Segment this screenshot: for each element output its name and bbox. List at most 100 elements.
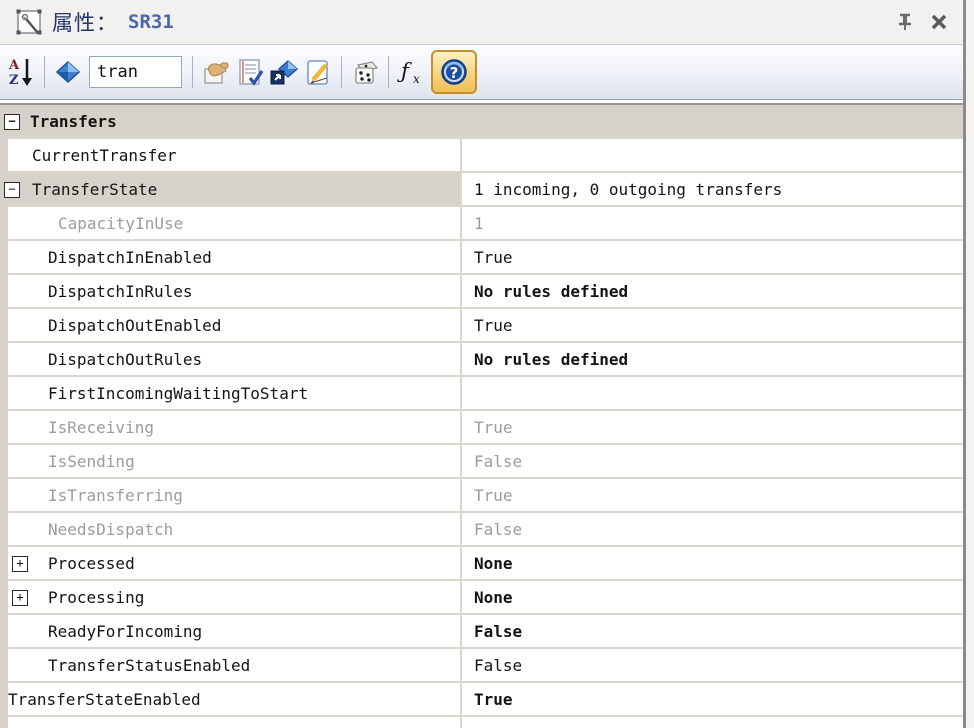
expand-icon[interactable]: +	[12, 556, 28, 572]
property-name-cell[interactable]: Processed	[0, 547, 462, 579]
titlebar: 属性： SR31	[0, 0, 963, 44]
property-name: DispatchOutEnabled	[48, 315, 222, 335]
property-name: ReadyForIncoming	[48, 621, 203, 641]
property-value-cell: True	[474, 485, 513, 505]
property-value-cell[interactable]: 1 incoming, 0 outgoing transfers	[462, 173, 963, 205]
property-value-cell[interactable]: None	[462, 581, 963, 613]
properties-panel: 属性： SR31 A Z tran ƒ x ? − Transfers Curr…	[0, 0, 974, 728]
property-name-cell[interactable]: Processing	[0, 581, 462, 613]
property-name: TransferStatusEnabled	[48, 655, 251, 675]
object-name: SR31	[128, 11, 174, 33]
hand-pick-icon[interactable]	[199, 53, 233, 91]
property-name: TransferStateEnabled	[8, 689, 201, 709]
property-row[interactable]: DispatchInRules No rules defined	[0, 275, 963, 309]
help-icon[interactable]: ?	[431, 50, 477, 94]
svg-text:Z: Z	[9, 73, 19, 88]
property-row[interactable]: − TransferState 1 incoming, 0 outgoing tra…	[0, 173, 963, 207]
pin-icon[interactable]	[891, 8, 919, 36]
collapse-icon[interactable]: −	[4, 182, 20, 198]
property-name: NeedsDispatch	[48, 519, 174, 539]
category-row[interactable]: − Transfers	[0, 105, 963, 139]
function-icon[interactable]: ƒ x	[395, 53, 429, 91]
search-input[interactable]	[89, 56, 182, 88]
property-name: CapacityInUse	[58, 213, 184, 233]
property-name-cell[interactable]: NeedsDispatch	[0, 513, 462, 545]
property-grid: − Transfers CurrentTransfer − TransferState 1…	[0, 103, 963, 728]
toolbar-separator	[192, 56, 193, 88]
checklist-icon[interactable]	[233, 53, 267, 91]
property-value-cell: False	[474, 519, 523, 539]
property-name: DispatchInEnabled	[48, 247, 212, 267]
property-row[interactable]: TransferStatusEnabled False	[0, 649, 963, 683]
jump-to-object-icon[interactable]	[267, 53, 301, 91]
property-row[interactable]: NeedsDispatch False	[0, 513, 963, 547]
panel-right-border	[963, 0, 974, 728]
property-name-cell[interactable]: IsReceiving	[0, 411, 462, 443]
property-name-cell[interactable]: ReadyForIncoming	[0, 615, 462, 647]
property-row[interactable]: DispatchInEnabled True	[0, 241, 963, 275]
properties-icon	[14, 7, 44, 37]
property-name-cell[interactable]: DispatchOutEnabled	[0, 309, 462, 341]
property-name-cell[interactable]: FirstIncomingWaitingToStart	[0, 377, 462, 409]
property-name-cell[interactable]: TransferStatusEnabled	[0, 649, 462, 681]
property-name-cell[interactable]: DispatchInRules	[0, 275, 462, 307]
panel-title: 属性：	[52, 12, 118, 35]
property-value-cell[interactable]: True	[462, 683, 963, 715]
property-name: IsSending	[48, 451, 135, 471]
toolbar: A Z tran ƒ x ?	[0, 44, 963, 100]
property-name-cell[interactable]: DispatchInEnabled	[0, 241, 462, 273]
collapse-icon[interactable]: −	[4, 114, 20, 130]
property-value-cell[interactable]: True	[462, 309, 963, 341]
property-name-cell[interactable]: TransferStateEnabled	[0, 683, 462, 715]
dice-icon[interactable]	[348, 53, 382, 91]
property-value-cell	[462, 105, 963, 137]
property-row[interactable]: TransferStateEnabled True	[0, 683, 963, 717]
property-value-cell[interactable]: No rules defined	[462, 275, 963, 307]
filter-diamond-icon[interactable]	[51, 53, 85, 91]
svg-text:A: A	[8, 58, 20, 73]
property-value-cell[interactable]: True	[462, 241, 963, 273]
property-row[interactable]: DispatchOutRules No rules defined	[0, 343, 963, 377]
property-row[interactable]: IsReceiving True	[0, 411, 963, 445]
property-value-cell[interactable]	[462, 139, 963, 171]
toolbar-separator	[341, 56, 342, 88]
property-row[interactable]: IsSending False	[0, 445, 963, 479]
property-value-cell[interactable]	[462, 377, 963, 409]
edit-note-icon[interactable]	[301, 53, 335, 91]
property-name-cell[interactable]: TransferState	[0, 173, 462, 205]
toolbar-separator	[388, 56, 389, 88]
property-name-cell[interactable]: CurrentTransfer	[0, 139, 462, 171]
property-value-cell: 1	[474, 213, 484, 233]
panel-main: 属性： SR31 A Z tran ƒ x ? − Transfers Curr…	[0, 0, 963, 728]
property-row[interactable]: + Processing None	[0, 581, 963, 615]
property-row[interactable]: CurrentTransfer	[0, 139, 963, 173]
property-value-cell[interactable]: False	[462, 649, 963, 681]
property-value-cell[interactable]: None	[462, 547, 963, 579]
property-value-cell: False	[474, 451, 523, 471]
property-name-cell[interactable]: Transfers	[0, 105, 462, 137]
property-name: DispatchOutRules	[48, 349, 203, 369]
property-name: IsTransferring	[48, 485, 183, 505]
property-row[interactable]: CapacityInUse 1	[0, 207, 963, 241]
expand-icon[interactable]: +	[12, 590, 28, 606]
property-row[interactable]: FirstIncomingWaitingToStart	[0, 377, 963, 411]
property-row[interactable]: ReadyForIncoming False	[0, 615, 963, 649]
property-name-cell[interactable]: IsTransferring	[0, 479, 462, 511]
property-value-cell[interactable]: False	[462, 615, 963, 647]
close-icon[interactable]	[925, 8, 953, 36]
grid-empty-area	[0, 717, 963, 728]
property-row[interactable]: IsTransferring True	[0, 479, 963, 513]
svg-text:x: x	[413, 72, 420, 86]
property-name: TransferState	[32, 179, 158, 199]
property-name-cell[interactable]: CapacityInUse	[0, 207, 462, 239]
property-name: CurrentTransfer	[32, 145, 177, 165]
toolbar-separator	[44, 56, 45, 88]
sort-az-icon[interactable]: A Z	[4, 53, 38, 91]
property-name-cell[interactable]: IsSending	[0, 445, 462, 477]
property-value-cell[interactable]: No rules defined	[462, 343, 963, 375]
property-name: DispatchInRules	[48, 281, 193, 301]
property-row[interactable]: + Processed None	[0, 547, 963, 581]
property-name-cell[interactable]: DispatchOutRules	[0, 343, 462, 375]
property-value-cell: True	[474, 417, 513, 437]
property-row[interactable]: DispatchOutEnabled True	[0, 309, 963, 343]
